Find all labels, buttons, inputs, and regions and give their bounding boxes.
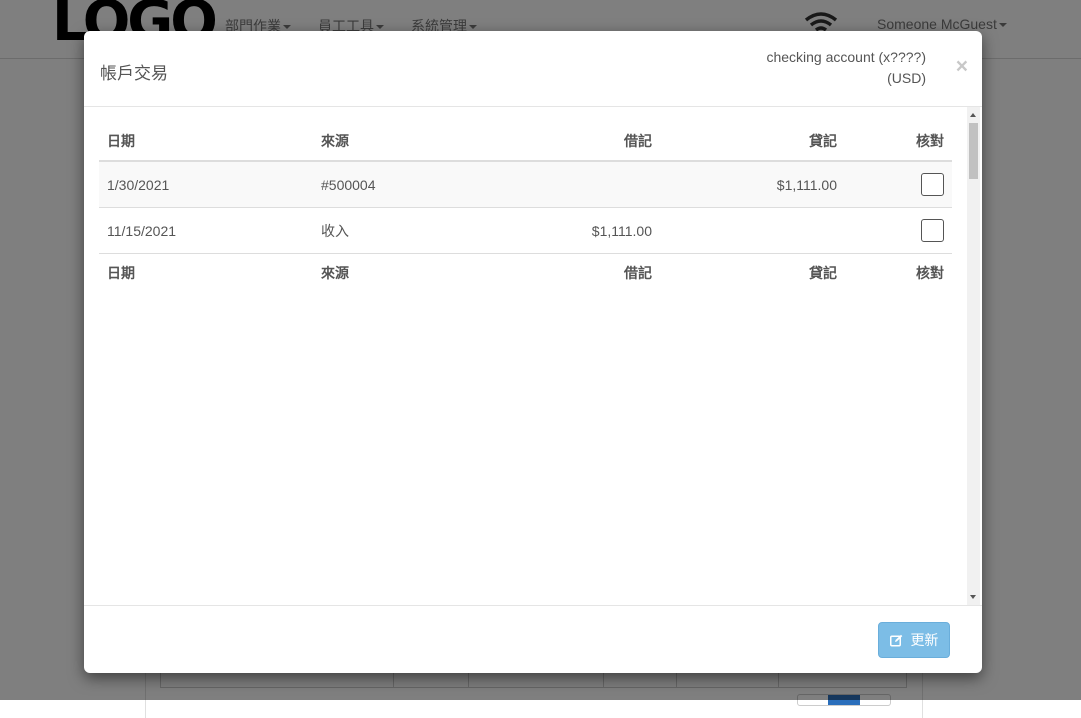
cell-date: 11/15/2021	[99, 207, 313, 254]
cell-debit: $1,111.00	[493, 207, 660, 254]
edit-icon	[889, 632, 911, 648]
footer-credit: 貸記	[660, 253, 845, 292]
vertical-scrollbar[interactable]	[967, 107, 980, 605]
reconcile-checkbox[interactable]	[921, 173, 944, 196]
table-footer-row: 日期 來源 借記 貸記 核對	[99, 253, 952, 292]
footer-debit: 借記	[493, 253, 660, 292]
cell-source: 收入	[313, 207, 493, 254]
cell-source: #500004	[313, 161, 493, 208]
footer-reconciled: 核對	[845, 253, 952, 292]
modal-header: 帳戶交易 checking account (x????) (USD) ×	[84, 31, 982, 107]
header-credit: 貸記	[660, 121, 845, 162]
footer-source: 來源	[313, 253, 493, 292]
account-transactions-modal: 帳戶交易 checking account (x????) (USD) × 日期…	[84, 31, 982, 673]
update-button-label: 更新	[910, 632, 939, 648]
account-name: checking account (x????)	[766, 49, 926, 65]
header-source: 來源	[313, 121, 493, 162]
scrollbar-thumb[interactable]	[969, 123, 978, 179]
header-debit: 借記	[493, 121, 660, 162]
cell-reconciled	[845, 161, 952, 208]
reconcile-checkbox[interactable]	[921, 219, 944, 242]
cell-credit: $1,111.00	[660, 161, 845, 208]
header-reconciled: 核對	[845, 121, 952, 162]
table-header-row: 日期 來源 借記 貸記 核對	[99, 121, 952, 162]
cell-debit	[493, 161, 660, 208]
cell-credit	[660, 207, 845, 254]
cell-date: 1/30/2021	[99, 161, 313, 208]
transactions-table: 日期 來源 借記 貸記 核對 1/30/2021 #500004 $1,111.…	[99, 121, 952, 292]
account-currency: (USD)	[887, 70, 926, 86]
modal-body: 日期 來源 借記 貸記 核對 1/30/2021 #500004 $1,111.…	[84, 107, 982, 606]
footer-date: 日期	[99, 253, 313, 292]
account-info: checking account (x????) (USD)	[766, 47, 926, 89]
transactions-scroll-area[interactable]: 日期 來源 借記 貸記 核對 1/30/2021 #500004 $1,111.…	[99, 107, 967, 605]
modal-title: 帳戶交易	[100, 64, 168, 83]
scroll-down-arrow-icon[interactable]	[970, 595, 976, 599]
scroll-up-arrow-icon[interactable]	[970, 113, 976, 117]
table-row: 11/15/2021 收入 $1,111.00	[99, 207, 952, 254]
header-date: 日期	[99, 121, 313, 162]
update-button[interactable]: 更新	[878, 622, 950, 658]
close-button[interactable]: ×	[956, 56, 968, 77]
cell-reconciled	[845, 207, 952, 254]
table-row: 1/30/2021 #500004 $1,111.00	[99, 161, 952, 208]
modal-footer: 更新	[84, 606, 982, 673]
